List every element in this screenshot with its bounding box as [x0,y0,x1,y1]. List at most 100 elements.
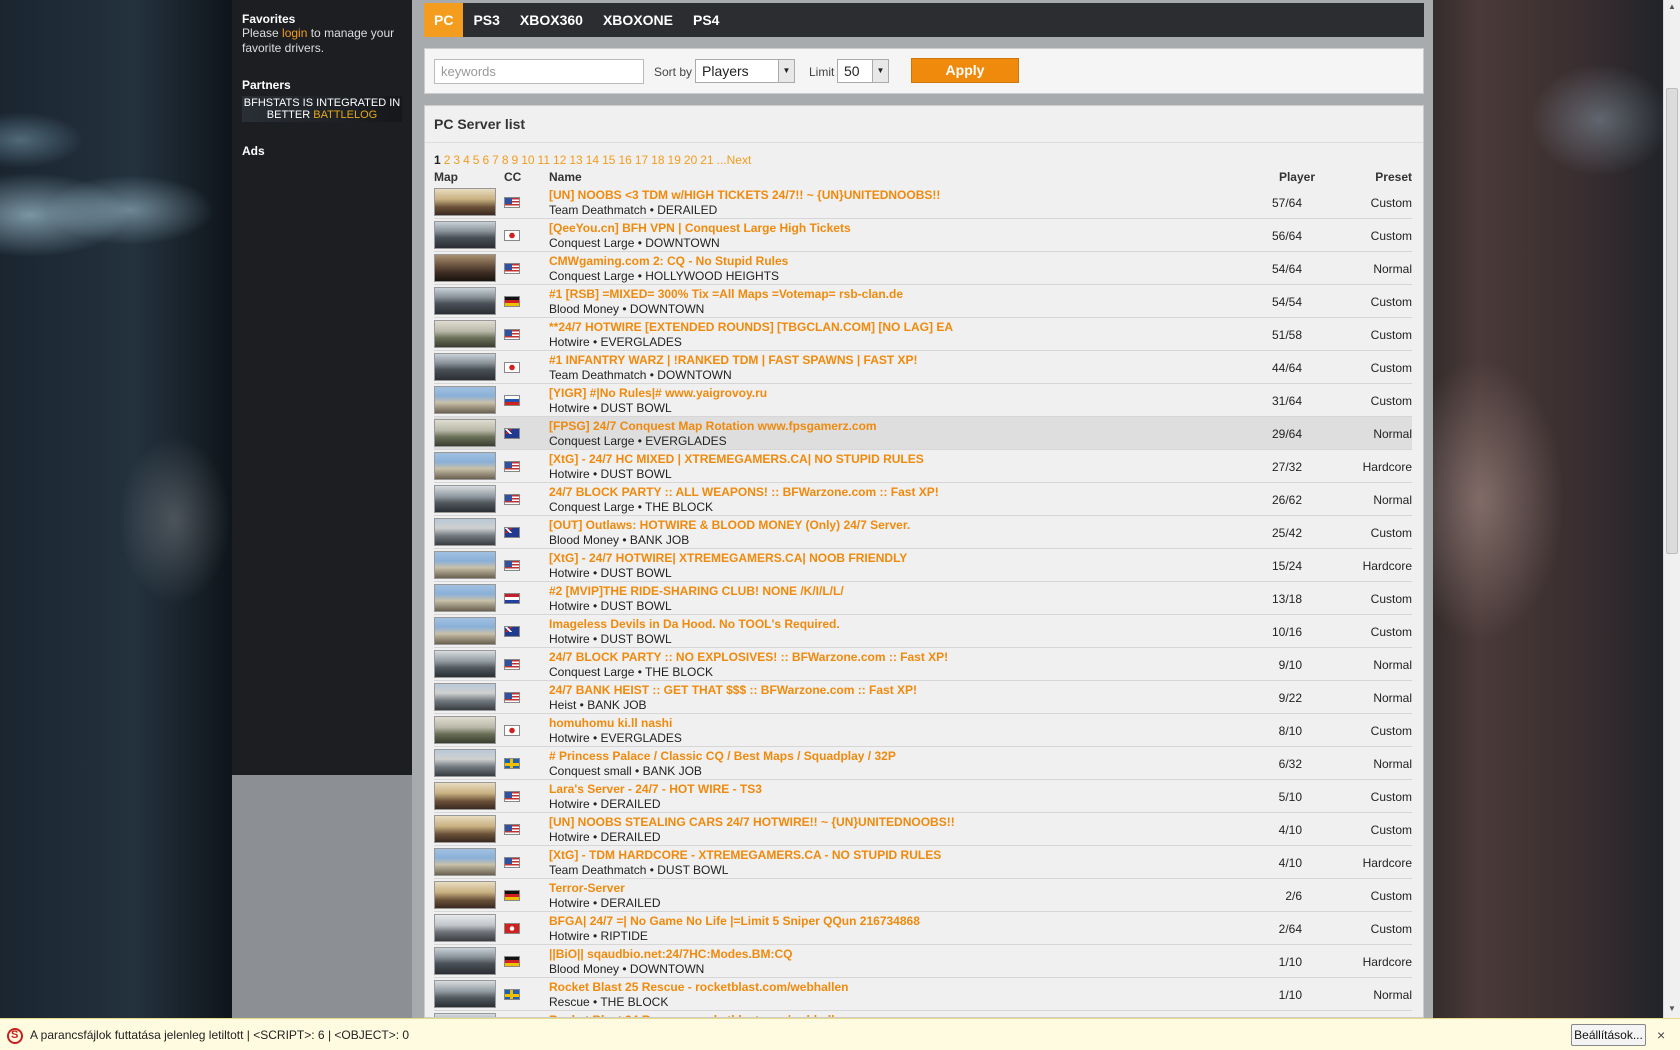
page-link[interactable]: 9 [512,153,519,167]
scroll-up-icon[interactable]: ▲ [1668,2,1676,11]
page-link[interactable]: 8 [502,153,509,167]
col-map[interactable]: Map [434,170,458,184]
table-row[interactable]: [XtG] - 24/7 HOTWIRE| XTREMEGAMERS.CA| N… [434,549,1412,582]
table-row[interactable]: homuhomu ki.ll nashi Hotwire • EVERGLADES… [434,714,1412,747]
page-link[interactable]: 7 [492,153,499,167]
table-row[interactable]: #1 [RSB] =MIXED= 300% Tix =All Maps =Vot… [434,285,1412,318]
keywords-input[interactable] [434,59,644,84]
table-row[interactable]: CMWgaming.com 2: CQ - No Stupid Rules Con… [434,252,1412,285]
chevron-down-icon[interactable]: ▼ [872,60,888,82]
table-row[interactable]: Imageless Devils in Da Hood. No TOOL's R… [434,615,1412,648]
table-row[interactable]: [OUT] Outlaws: HOTWIRE & BLOOD MONEY (On… [434,516,1412,549]
server-name-link[interactable]: #2 [MVIP]THE RIDE-SHARING CLUB! NONE /K/… [549,584,844,598]
server-name-link[interactable]: Imageless Devils in Da Hood. No TOOL's R… [549,617,840,631]
server-name-link[interactable]: CMWgaming.com 2: CQ - No Stupid Rules [549,254,788,268]
server-name-link[interactable]: [OUT] Outlaws: HOTWIRE & BLOOD MONEY (On… [549,518,910,532]
table-row[interactable]: Terror-Server Hotwire • DERAILED 2/6 Custom [434,879,1412,912]
favorites-pre: Please [242,26,283,40]
server-name-link[interactable]: [UN] NOOBS <3 TDM w/HIGH TICKETS 24/7!! … [549,188,940,202]
limit-select[interactable]: 50 ▼ [837,59,889,83]
table-row[interactable]: #2 [MVIP]THE RIDE-SHARING CLUB! NONE /K/… [434,582,1412,615]
page-link[interactable]: 20 [684,153,697,167]
server-name-link[interactable]: [FPSG] 24/7 Conquest Map Rotation www.fp… [549,419,877,433]
page-link[interactable]: 19 [668,153,681,167]
page-current[interactable]: 1 [434,153,441,167]
table-row[interactable]: ||BiO|| sqaudbio.net:24/7HC:Modes.BM:CQ B… [434,945,1412,978]
page-link[interactable]: 4 [463,153,470,167]
table-row[interactable]: [QeeYou.cn] BFH VPN | Conquest Large Hig… [434,219,1412,252]
col-name[interactable]: Name [549,170,582,184]
server-name-link[interactable]: homuhomu ki.ll nashi [549,716,672,730]
page-link[interactable]: 6 [482,153,489,167]
divider [425,142,1423,143]
server-name-link[interactable]: Rocket Blast 25 Rescue - rocketblast.com… [549,980,848,994]
tab-ps4[interactable]: PS4 [683,3,729,37]
server-name-link[interactable]: Lara's Server - 24/7 - HOT WIRE - TS3 [549,782,762,796]
server-name-link[interactable]: 24/7 BLOCK PARTY :: ALL WEAPONS! :: BFWa… [549,485,939,499]
page-link[interactable]: 12 [553,153,566,167]
page-link[interactable]: ...Next [717,153,752,167]
page-link[interactable]: 16 [618,153,631,167]
table-row[interactable]: [FPSG] 24/7 Conquest Map Rotation www.fp… [434,417,1412,450]
server-name-link[interactable]: ||BiO|| sqaudbio.net:24/7HC:Modes.BM:CQ [549,947,792,961]
table-row[interactable]: Rocket Blast 24 Rescue - rocketblast.com… [434,1011,1412,1017]
table-row[interactable]: **24/7 HOTWIRE [EXTENDED ROUNDS] [TBGCLA… [434,318,1412,351]
country-flag-icon [504,824,520,835]
server-name-link[interactable]: [XtG] - 24/7 HOTWIRE| XTREMEGAMERS.CA| N… [549,551,907,565]
server-name-link[interactable]: # Princess Palace / Classic CQ / Best Ma… [549,749,896,763]
server-name-link[interactable]: 24/7 BANK HEIST :: GET THAT $$$ :: BFWar… [549,683,917,697]
tab-xboxone[interactable]: XBOXONE [593,3,683,37]
col-player[interactable]: Player [1279,170,1315,184]
page-scrollbar[interactable]: ▲ ▼ [1663,0,1680,1018]
sort-select[interactable]: Players ▼ [695,59,795,83]
page-link[interactable]: 2 [444,153,451,167]
table-row[interactable]: BFGA| 24/7 =| No Game No Life |=Limit 5 … [434,912,1412,945]
server-name-link[interactable]: 24/7 BLOCK PARTY :: NO EXPLOSIVES! :: BF… [549,650,948,664]
scrollbar-thumb[interactable] [1666,88,1678,554]
server-name-link[interactable]: BFGA| 24/7 =| No Game No Life |=Limit 5 … [549,914,920,928]
tab-pc[interactable]: PC [424,3,464,37]
page-link[interactable]: 18 [651,153,664,167]
server-name-link[interactable]: **24/7 HOTWIRE [EXTENDED ROUNDS] [TBGCLA… [549,320,953,334]
table-row[interactable]: [XtG] - 24/7 HC MIXED | XTREMEGAMERS.CA|… [434,450,1412,483]
chevron-down-icon[interactable]: ▼ [778,60,794,82]
page-link[interactable]: 5 [473,153,480,167]
apply-button[interactable]: Apply [911,58,1019,83]
server-name-link[interactable]: [XtG] - 24/7 HC MIXED | XTREMEGAMERS.CA|… [549,452,924,466]
better-battlelog-banner[interactable]: BFHSTATS IS INTEGRATED IN BETTER BATTLEL… [242,96,402,122]
scroll-down-icon[interactable]: ▼ [1668,1004,1676,1013]
page-link[interactable]: 17 [635,153,648,167]
col-preset[interactable]: Preset [1375,170,1412,184]
page-link[interactable]: 21 [700,153,713,167]
page-link[interactable]: 13 [569,153,582,167]
table-row[interactable]: # Princess Palace / Classic CQ / Best Ma… [434,747,1412,780]
table-row[interactable]: [YIGR] #|No Rules|# www.yaigrovoy.ru Hotw… [434,384,1412,417]
page-link[interactable]: 15 [602,153,615,167]
page-link[interactable]: 14 [586,153,599,167]
tab-ps3[interactable]: PS3 [463,3,509,37]
login-link[interactable]: login [282,26,307,40]
close-icon[interactable]: × [1657,1027,1665,1043]
tab-xbox360[interactable]: XBOX360 [510,3,593,37]
table-row[interactable]: 24/7 BLOCK PARTY :: ALL WEAPONS! :: BFWa… [434,483,1412,516]
settings-button[interactable]: Beállítások... [1571,1024,1646,1046]
server-name-link[interactable]: [QeeYou.cn] BFH VPN | Conquest Large Hig… [549,221,851,235]
server-name-link[interactable]: [UN] NOOBS STEALING CARS 24/7 HOTWIRE!! … [549,815,955,829]
page-link[interactable]: 3 [453,153,460,167]
table-row[interactable]: [UN] NOOBS STEALING CARS 24/7 HOTWIRE!! … [434,813,1412,846]
server-name-link[interactable]: #1 INFANTRY WARZ | !RANKED TDM | FAST SP… [549,353,918,367]
table-row[interactable]: Rocket Blast 25 Rescue - rocketblast.com… [434,978,1412,1011]
server-name-link[interactable]: [XtG] - TDM HARDCORE - XTREMEGAMERS.CA -… [549,848,941,862]
table-row[interactable]: #1 INFANTRY WARZ | !RANKED TDM | FAST SP… [434,351,1412,384]
table-row[interactable]: 24/7 BANK HEIST :: GET THAT $$$ :: BFWar… [434,681,1412,714]
col-cc[interactable]: CC [504,170,521,184]
table-row[interactable]: 24/7 BLOCK PARTY :: NO EXPLOSIVES! :: BF… [434,648,1412,681]
table-row[interactable]: Lara's Server - 24/7 - HOT WIRE - TS3 Hot… [434,780,1412,813]
server-name-link[interactable]: [YIGR] #|No Rules|# www.yaigrovoy.ru [549,386,767,400]
server-name-link[interactable]: #1 [RSB] =MIXED= 300% Tix =All Maps =Vot… [549,287,903,301]
table-row[interactable]: [UN] NOOBS <3 TDM w/HIGH TICKETS 24/7!! … [434,186,1412,219]
table-row[interactable]: [XtG] - TDM HARDCORE - XTREMEGAMERS.CA -… [434,846,1412,879]
server-name-link[interactable]: Terror-Server [549,881,625,895]
page-link[interactable]: 11 [538,153,550,167]
page-link[interactable]: 10 [521,153,534,167]
